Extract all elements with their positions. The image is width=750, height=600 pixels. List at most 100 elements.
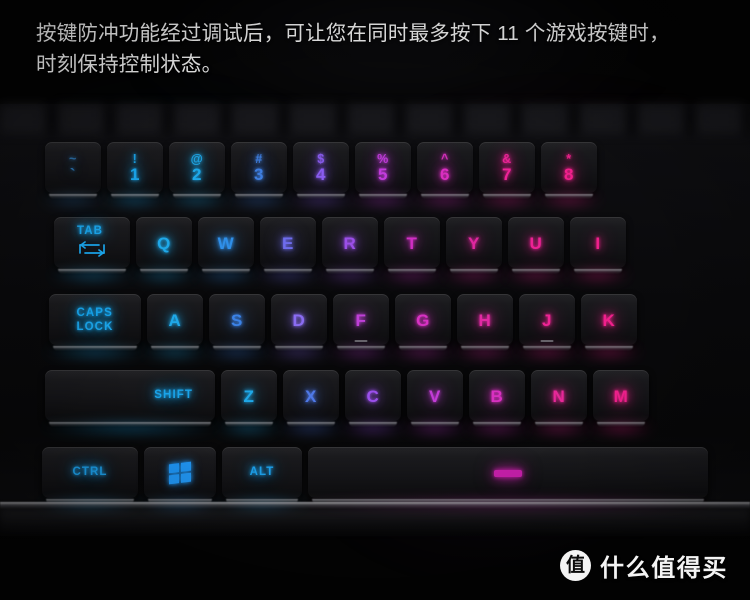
key-legend: J [541,310,553,330]
key-legend: $ 4 [316,153,326,184]
keyboard-row-home-row: CAPS LOCK A S D F G H J K [49,294,643,356]
blurred-function-row [0,104,750,134]
key-c[interactable]: C [345,370,401,422]
key-legend: * 8 [564,153,574,184]
key-g[interactable]: G [395,294,451,346]
key-legend: F [355,310,367,330]
key-legend: # 3 [254,153,264,184]
key-n[interactable]: N [531,370,587,422]
key-3[interactable]: # 3 [231,142,287,194]
homing-bar [354,340,368,342]
key-legend: & 7 [502,153,512,184]
keyboard-row-qwerty-row: TAB Q W E R T Y U I [54,217,632,279]
key-legend-line-2: LOCK [76,320,114,333]
key-legend-digit: 5 [377,165,389,185]
key-q[interactable]: Q [136,217,192,269]
key-legend: ALT [249,466,275,479]
key-legend-symbol: * [566,151,572,166]
key-w[interactable]: W [198,217,254,269]
key-a[interactable]: A [147,294,203,346]
key-legend: CAPS LOCK [77,307,114,334]
key-legend-symbol: % [377,151,389,166]
keyboard-row-shift-row: SHIFT Z X C V B N M [45,370,655,432]
key-legend: G [416,310,430,330]
key-y[interactable]: Y [446,217,502,269]
key-legend-symbol: # [255,151,263,166]
key-caps-lock[interactable]: CAPS LOCK [49,294,141,346]
key-legend-line-1: CAPS [76,306,113,319]
product-image: 按键防冲功能经过调试后，可让您在同时最多按下 11 个游戏按键时， 时刻保持控制状… [0,0,750,600]
key-legend-symbol: @ [190,151,204,166]
key-legend: W [217,233,235,253]
key-legend: B [490,386,504,406]
key-t[interactable]: T [384,217,440,269]
keyboard-row-bottom-row: CTRL ALT [42,447,714,509]
key-windows-key[interactable] [144,447,216,499]
key-h[interactable]: H [457,294,513,346]
key-x[interactable]: X [283,370,339,422]
key-legend: V [429,386,441,406]
key-legend-symbol: ^ [441,151,449,166]
key-legend: H [478,310,492,330]
key-legend: Q [157,233,171,253]
key-legend-digit: 1 [129,165,141,185]
key-legend: ^ 6 [440,153,450,184]
key-legend-digit: 7 [501,165,513,185]
key-j[interactable]: J [519,294,575,346]
headline-text: 按键防冲功能经过调试后，可让您在同时最多按下 11 个游戏按键时， 时刻保持控制状… [36,18,726,80]
key-left-alt[interactable]: ALT [222,447,302,499]
key-legend-digit: 6 [439,165,451,185]
watermark-text: 什么值得买 [600,555,728,582]
key-legend-digit: 3 [253,165,265,185]
key-legend-digit: 4 [315,165,327,185]
key-legend: ~ ` [69,153,77,184]
key-5[interactable]: % 5 [355,142,411,194]
spacebar-marking [494,470,522,477]
key-legend-digit: 8 [563,165,575,185]
key-d[interactable]: D [271,294,327,346]
tab-arrows-icon [77,241,107,261]
key-k[interactable]: K [581,294,637,346]
key-f[interactable]: F [333,294,389,346]
homing-bar [540,340,554,342]
key-legend-symbol: ! [132,151,138,166]
key-1[interactable]: ! 1 [107,142,163,194]
key-legend: U [529,233,543,253]
headline-line-2: 时刻保持控制状态。 [36,53,223,76]
key-legend-symbol: & [502,151,512,166]
key-legend: S [231,310,243,330]
key-7[interactable]: & 7 [479,142,535,194]
key-6[interactable]: ^ 6 [417,142,473,194]
key-tab[interactable]: TAB [54,217,130,269]
key-s[interactable]: S [209,294,265,346]
key-2[interactable]: @ 2 [169,142,225,194]
key-4[interactable]: $ 4 [293,142,349,194]
key-b[interactable]: B [469,370,525,422]
key-legend-digit: ` [69,165,77,185]
smzdm-logo-icon: 值 [560,550,591,581]
key-legend: TAB [77,225,107,261]
key-legend: E [282,233,294,253]
keyboard-row-number-row: ~ ` ! 1 @ 2 # 3 $ 4 % 5 ^ 6 & 7 * 8 [45,142,603,204]
key-u[interactable]: U [508,217,564,269]
key-v[interactable]: V [407,370,463,422]
key-e[interactable]: E [260,217,316,269]
key-legend: % 5 [377,153,389,184]
key-m[interactable]: M [593,370,649,422]
key-z[interactable]: Z [221,370,277,422]
key-i[interactable]: I [570,217,626,269]
key-legend: N [552,386,566,406]
key-legend: Y [468,233,480,253]
key-spacebar[interactable] [308,447,708,499]
key-left-ctrl[interactable]: CTRL [42,447,138,499]
keyboard-deck: ~ ` ! 1 @ 2 # 3 $ 4 % 5 ^ 6 & 7 * 8 TAB … [0,104,750,536]
windows-logo-icon [169,461,191,485]
key-legend: K [602,310,616,330]
key-8[interactable]: * 8 [541,142,597,194]
key-legend: M [613,386,629,406]
key-left-shift[interactable]: SHIFT [45,370,215,422]
key-r[interactable]: R [322,217,378,269]
key-legend: I [595,233,601,253]
key-backtick[interactable]: ~ ` [45,142,101,194]
key-legend: Z [243,386,255,406]
